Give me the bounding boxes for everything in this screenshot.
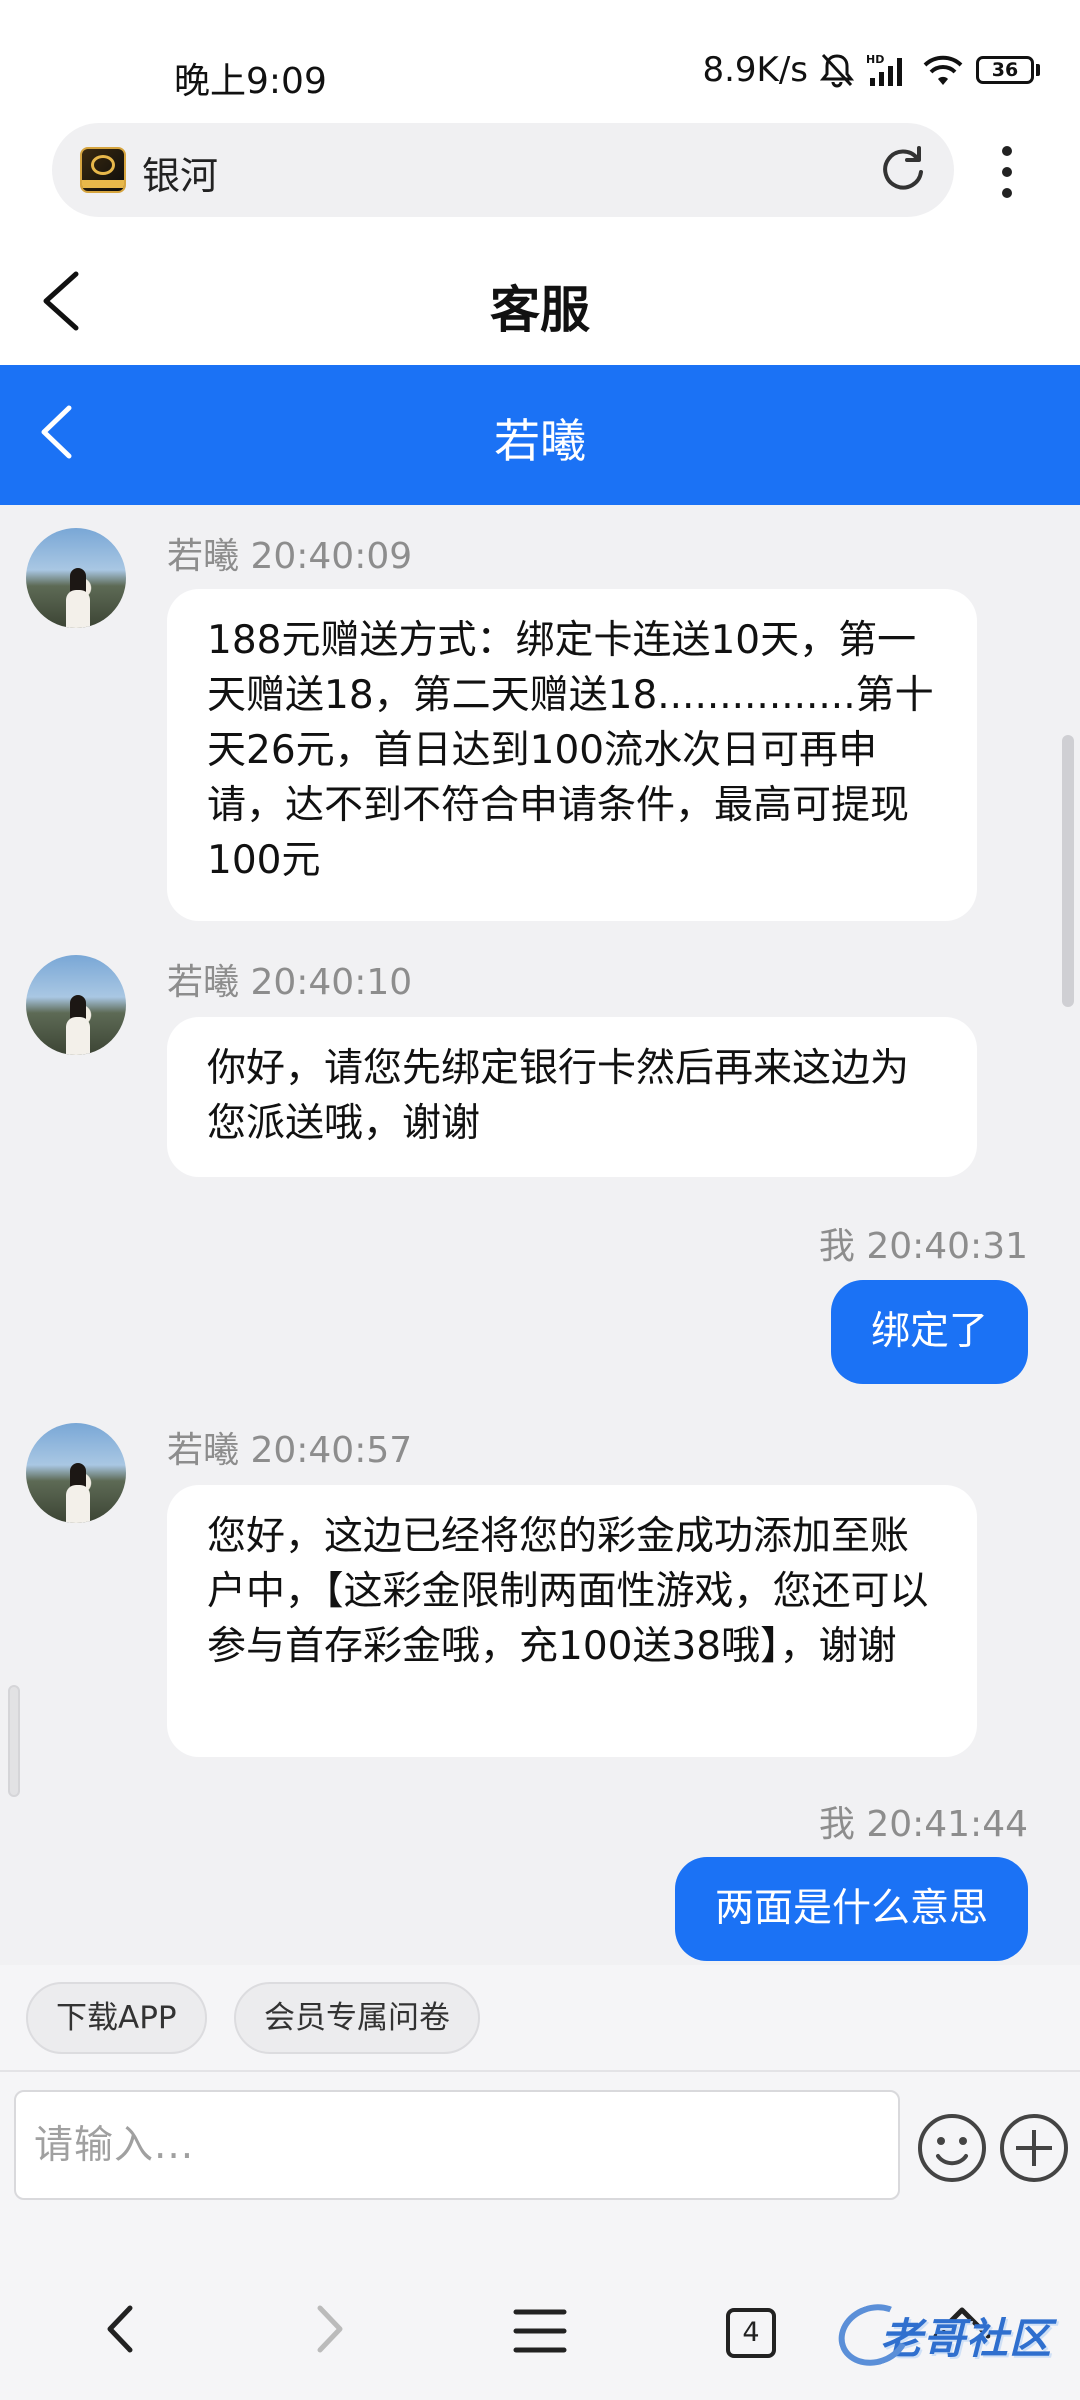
nav-back-icon[interactable] <box>100 2298 140 2364</box>
status-icons: 8.9K/s HD 36 <box>702 50 1040 90</box>
message-time: 20:40:31 <box>866 1226 1028 1267</box>
message-list[interactable]: 若曦 20:40:09 188元赠送方式：绑定卡连送10天，第一天赠送18，第二… <box>0 505 1080 1965</box>
message-bubble-own[interactable]: 绑定了 <box>830 1280 1028 1384</box>
message-time: 20:40:57 <box>250 1430 413 1471</box>
more-options-icon[interactable] <box>993 146 1021 198</box>
agent-avatar[interactable] <box>26 1423 126 1523</box>
message-sender: 若曦 <box>167 1430 240 1471</box>
message-time: 20:40:10 <box>250 962 413 1003</box>
site-logo-icon <box>80 147 126 193</box>
message-bubble-own[interactable]: 两面是什么意思 <box>674 1857 1028 1961</box>
address-bar[interactable]: 银河 <box>52 123 954 217</box>
battery-level: 36 <box>976 56 1034 84</box>
wifi-icon <box>922 53 964 87</box>
watermark-logo: 老哥社区 <box>829 2294 1052 2376</box>
site-title: 银河 <box>142 154 219 198</box>
message-time: 20:41:44 <box>866 1804 1028 1845</box>
scrollbar[interactable] <box>1062 735 1074 1007</box>
nav-menu-icon[interactable] <box>512 2306 568 2360</box>
status-time: 晚上9:09 <box>174 61 327 102</box>
agent-avatar[interactable] <box>26 955 126 1055</box>
network-speed: 8.9K/s <box>702 50 808 90</box>
message-bubble[interactable]: 188元赠送方式：绑定卡连送10天，第一天赠送18，第二天赠送18.......… <box>167 589 977 921</box>
edge-drag-handle[interactable] <box>8 1685 20 1797</box>
chat-agent-name: 若曦 <box>494 414 586 468</box>
tabs-count-button[interactable]: 4 <box>726 2308 776 2358</box>
message-meta: 我 20:41:44 <box>819 1795 1028 1847</box>
battery-icon: 36 <box>976 56 1040 84</box>
nav-forward-icon[interactable] <box>310 2298 350 2364</box>
status-bar: 晚上9:09 8.9K/s HD 36 <box>0 0 1080 120</box>
page-title: 客服 <box>490 281 590 339</box>
message-meta: 若曦 20:40:10 <box>167 953 412 1005</box>
message-sender: 若曦 <box>167 536 240 577</box>
download-app-button[interactable]: 下载APP <box>26 1982 207 2054</box>
message-meta: 我 20:40:31 <box>819 1217 1028 1269</box>
message-bubble[interactable]: 你好，请您先绑定银行卡然后再来这边为您派送哦，谢谢 <box>167 1017 977 1177</box>
message-sender: 我 <box>818 1226 855 1267</box>
agent-avatar[interactable] <box>26 528 126 628</box>
plus-icon[interactable] <box>998 2112 1070 2188</box>
svg-text:HD: HD <box>866 53 884 66</box>
message-time: 20:40:09 <box>250 536 413 577</box>
emoji-icon[interactable] <box>916 2112 988 2188</box>
reload-icon[interactable] <box>879 144 927 198</box>
message-input[interactable] <box>14 2090 900 2200</box>
member-survey-button[interactable]: 会员专属问卷 <box>234 1982 480 2054</box>
message-meta: 若曦 20:40:09 <box>167 527 412 579</box>
cell-signal-icon: HD <box>866 52 910 88</box>
mute-bell-icon <box>820 52 854 88</box>
message-meta: 若曦 20:40:57 <box>167 1421 412 1473</box>
message-sender: 我 <box>818 1804 855 1845</box>
message-bubble[interactable]: 您好，这边已经将您的彩金成功添加至账户中，【这彩金限制两面性游戏，您还可以参与首… <box>167 1485 977 1757</box>
message-sender: 若曦 <box>167 962 240 1003</box>
